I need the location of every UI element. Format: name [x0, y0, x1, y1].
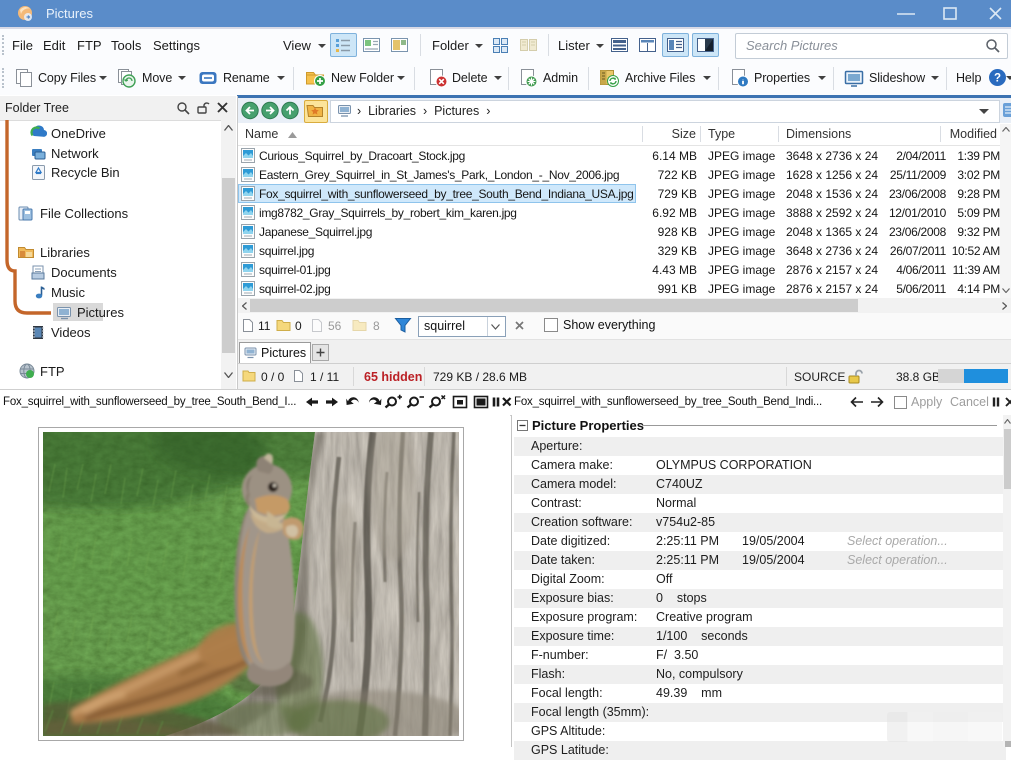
svg-text:?: ? [994, 73, 1001, 85]
